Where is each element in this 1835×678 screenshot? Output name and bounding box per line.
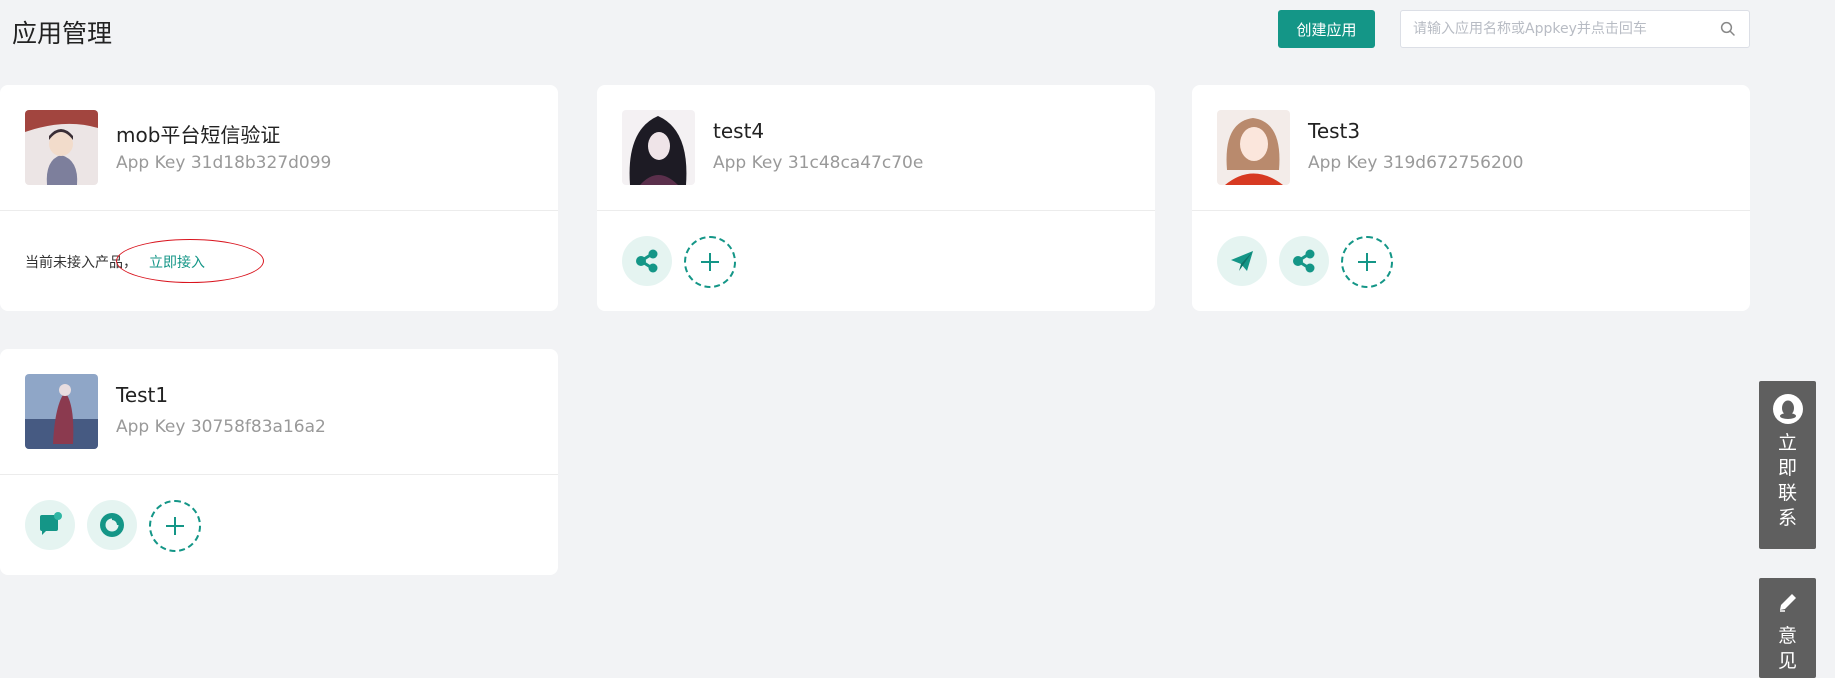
share-icon	[636, 249, 658, 273]
app-avatar	[1217, 110, 1290, 185]
feedback-label: 意见	[1777, 625, 1797, 672]
app-key: App Key 319d672756200	[1308, 153, 1524, 173]
plus-icon	[166, 517, 184, 535]
app-name: test4	[713, 119, 765, 143]
page-title: 应用管理	[12, 19, 113, 48]
plus-icon	[701, 253, 719, 271]
share-icon	[1293, 249, 1315, 273]
feedback-panel[interactable]: 意见	[1759, 578, 1816, 678]
app-name: Test3	[1308, 119, 1361, 143]
app-card-test3[interactable]: Test3 App Key 319d672756200	[1192, 85, 1750, 311]
product-ring-button[interactable]	[87, 500, 137, 550]
app-card-header: mob平台短信验证 App Key 31d18b327d099	[0, 85, 558, 211]
add-product-button[interactable]	[684, 236, 736, 288]
app-key: App Key 31d18b327d099	[116, 153, 332, 173]
app-card-test4[interactable]: test4 App Key 31c48ca47c70e	[597, 85, 1155, 311]
create-app-button[interactable]: 创建应用	[1278, 10, 1375, 48]
app-card-footer	[0, 475, 558, 575]
app-avatar	[25, 110, 98, 185]
app-card-footer	[597, 211, 1155, 311]
app-card-header: Test1 App Key 30758f83a16a2	[0, 349, 558, 475]
contact-now-panel[interactable]: 立即联系	[1759, 381, 1816, 549]
app-card-header: Test3 App Key 319d672756200	[1192, 85, 1750, 211]
contact-now-label: 立即联系	[1777, 432, 1797, 529]
plus-icon	[1358, 253, 1376, 271]
annotation-ellipse	[116, 239, 264, 283]
ring-swirl-icon	[100, 513, 124, 537]
app-name: Test1	[116, 383, 169, 407]
app-avatar	[622, 110, 695, 185]
search-input[interactable]	[1411, 20, 1719, 38]
product-share-button[interactable]	[622, 236, 672, 286]
app-key: App Key 31c48ca47c70e	[713, 153, 924, 173]
add-product-button[interactable]	[1341, 236, 1393, 288]
pencil-icon	[1779, 594, 1796, 612]
add-product-button[interactable]	[149, 500, 201, 552]
app-card-header: test4 App Key 31c48ca47c70e	[597, 85, 1155, 211]
qq-icon	[1772, 394, 1803, 424]
app-name: mob平台短信验证	[116, 123, 281, 147]
search-icon[interactable]	[1719, 20, 1737, 38]
chat-bubble-icon	[40, 512, 62, 535]
product-share-button[interactable]	[1279, 236, 1329, 286]
product-message-button[interactable]	[1217, 236, 1267, 286]
app-key: App Key 30758f83a16a2	[116, 417, 326, 437]
app-card-footer	[1192, 211, 1750, 311]
app-avatar	[25, 374, 98, 449]
app-card-mob[interactable]: mob平台短信验证 App Key 31d18b327d099 当前未接入产品，…	[0, 85, 558, 311]
paper-plane-icon	[1231, 251, 1253, 271]
app-card-test1[interactable]: Test1 App Key 30758f83a16a2	[0, 349, 558, 575]
product-chat-button[interactable]	[25, 500, 75, 550]
search-box	[1400, 10, 1750, 48]
app-card-footer: 当前未接入产品， 立即接入	[0, 211, 558, 311]
